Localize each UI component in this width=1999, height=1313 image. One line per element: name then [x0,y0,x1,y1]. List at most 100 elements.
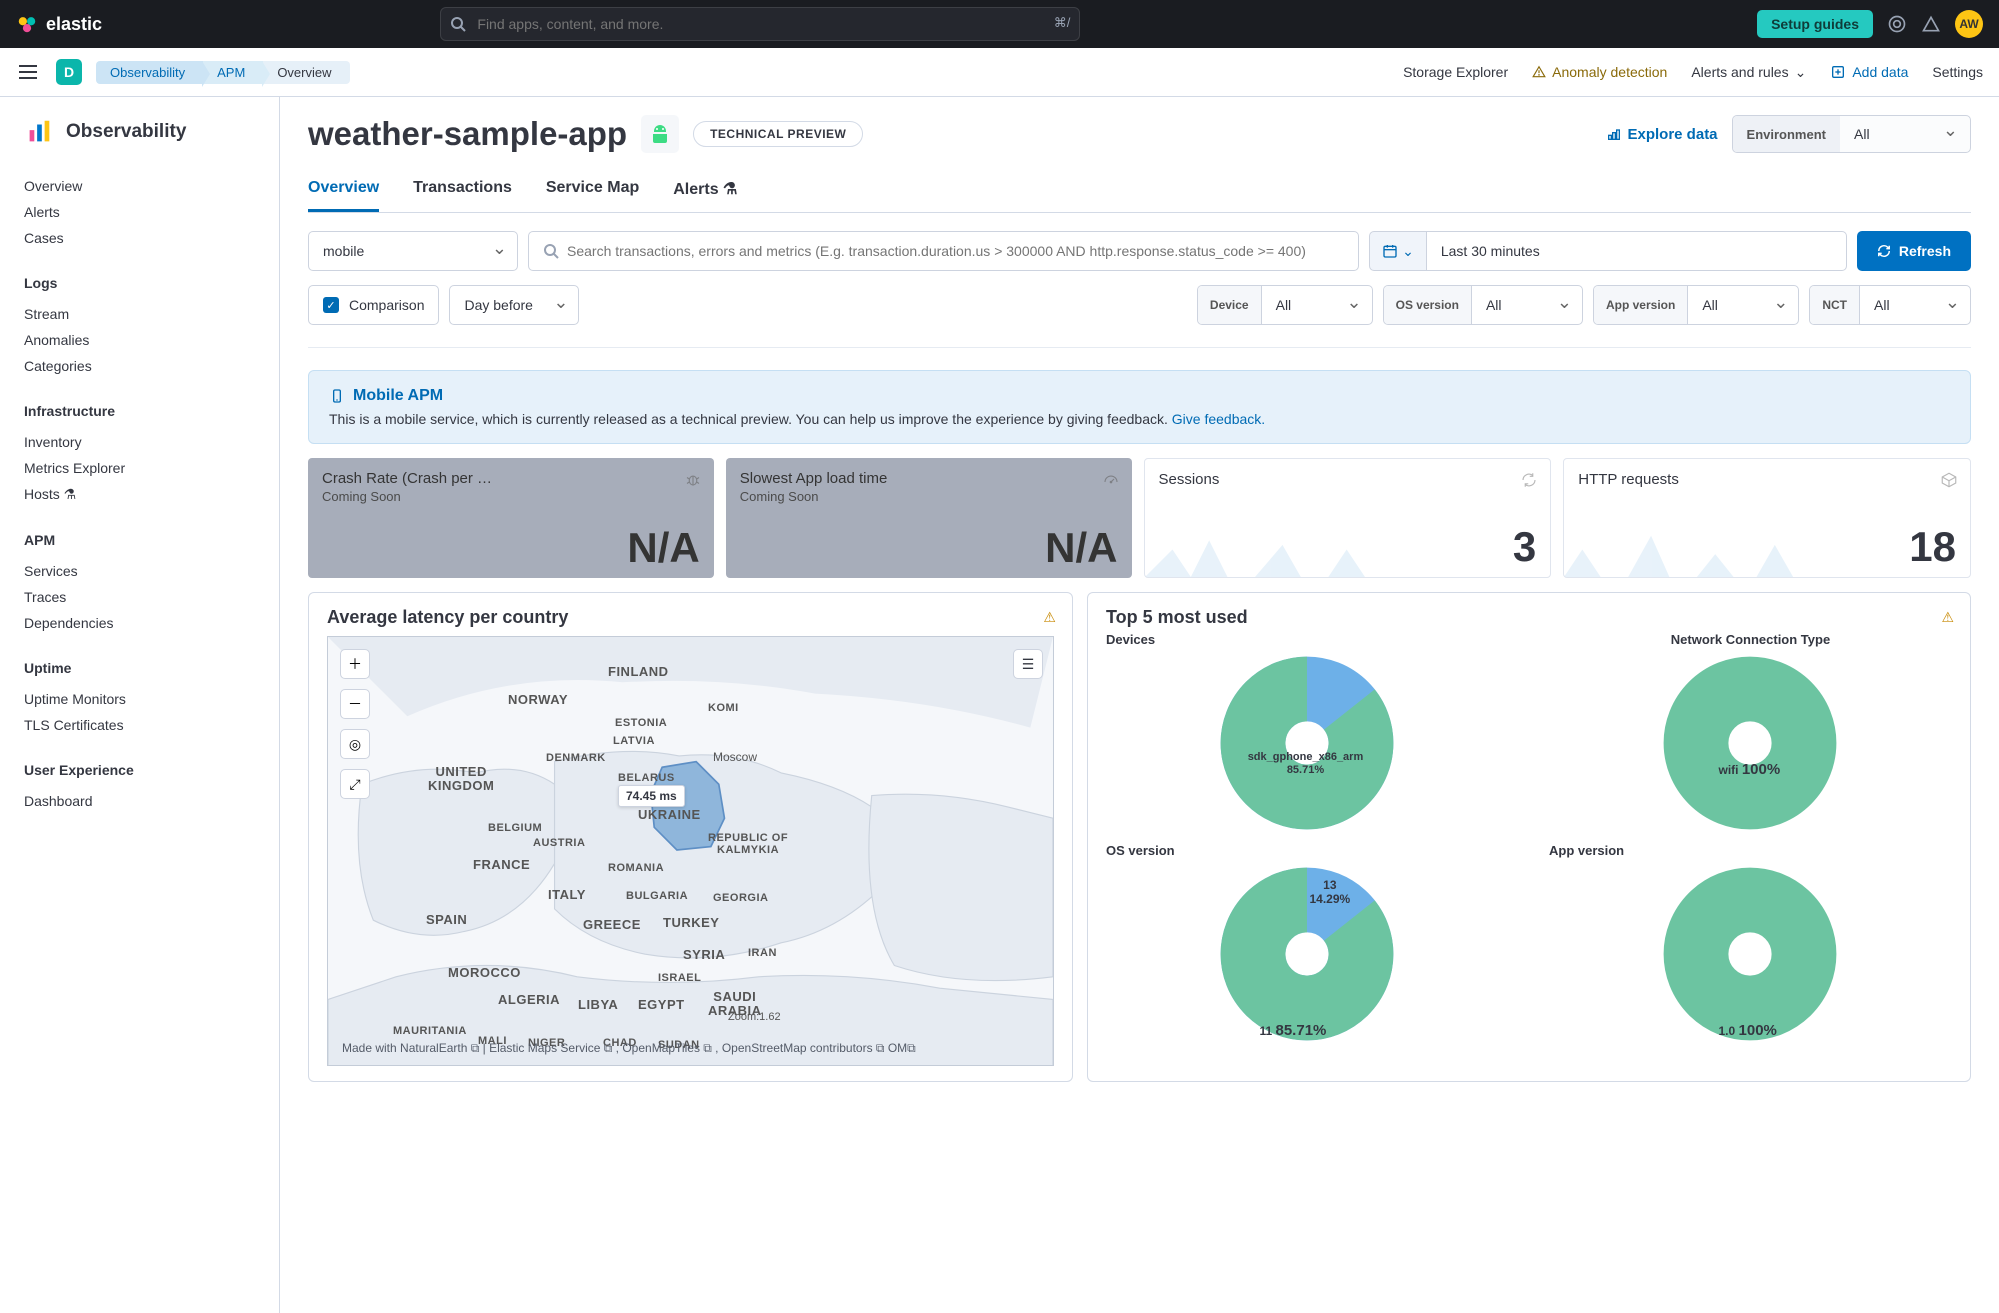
sidebar-item-dashboard[interactable]: Dashboard [24,788,255,814]
anomaly-detection-link[interactable]: Anomaly detection [1532,64,1667,80]
donut-chart [1660,653,1840,833]
device-filter[interactable]: Device All [1197,285,1373,325]
comparison-period-select[interactable]: Day before [449,285,579,325]
stat-crash-rate: Crash Rate (Crash per … Coming Soon N/A [308,458,714,578]
sidebar-group: Overview Alerts Cases [24,173,255,251]
map-fullscreen[interactable]: ⤢ [340,769,370,799]
panel-title: Average latency per country [327,607,1054,628]
tab-alerts[interactable]: Alerts ⚗ [673,171,737,212]
scope-select[interactable]: mobile [308,231,518,271]
donut-title: OS version [1106,843,1509,858]
nav-header: D Observability APM Overview Storage Exp… [0,48,1999,97]
sidebar-item-metrics-explorer[interactable]: Metrics Explorer [24,455,255,481]
map-container[interactable]: ＋ － ◎ ⤢ ☰ [327,636,1054,1066]
stat-title: HTTP requests [1578,471,1956,488]
setup-guides-button[interactable]: Setup guides [1757,10,1873,38]
give-feedback-link[interactable]: Give feedback. [1172,411,1265,427]
date-picker-button[interactable]: ⌄ [1369,231,1427,271]
global-search[interactable]: ⌘/ [440,7,1080,41]
map-zoom-out[interactable]: － [340,689,370,719]
refresh-button[interactable]: Refresh [1857,231,1971,271]
map-attribution: Made with NaturalEarth ⧉ | Elastic Maps … [342,1039,1039,1057]
space-badge[interactable]: D [56,59,82,85]
sidebar-item-uptime-monitors[interactable]: Uptime Monitors [24,686,255,712]
page-title: weather-sample-app [308,115,627,153]
mobile-icon [329,388,345,404]
service-tabs: Overview Transactions Service Map Alerts… [308,171,1971,213]
alerts-rules-menu[interactable]: Alerts and rules ⌄ [1691,64,1806,81]
sidebar-title: Observability [24,117,255,147]
stat-value: N/A [627,524,699,572]
app-version-filter[interactable]: App version All [1593,285,1799,325]
environment-label: Environment [1733,116,1840,152]
search-bar[interactable] [528,231,1359,271]
map-locate[interactable]: ◎ [340,729,370,759]
chevron-down-icon: ⌄ [1402,243,1414,260]
add-data-link[interactable]: Add data [1830,64,1908,80]
sidebar-item-overview[interactable]: Overview [24,173,255,199]
donut-chart [1660,864,1840,1044]
date-range-display[interactable]: Last 30 minutes [1427,231,1847,271]
explore-data-link[interactable]: Explore data [1606,126,1718,143]
sparkline [1564,522,1802,577]
mobile-apm-callout: Mobile APM This is a mobile service, whi… [308,370,1971,444]
donut-os-version: OS version 1314.29% 11 85.71% [1106,843,1509,1044]
warning-icon[interactable]: ⚠ [1043,609,1056,626]
nav-toggle-icon[interactable] [16,60,40,84]
checkbox-icon: ✓ [323,297,339,313]
sidebar-item-alerts[interactable]: Alerts [24,199,255,225]
storage-explorer-link[interactable]: Storage Explorer [1403,64,1508,80]
donut-title: Devices [1106,632,1509,647]
environment-select[interactable]: Environment All [1732,115,1971,153]
tab-overview[interactable]: Overview [308,171,379,212]
comparison-checkbox[interactable]: ✓ Comparison [308,285,439,325]
sidebar-item-stream[interactable]: Stream [24,301,255,327]
warning-icon[interactable]: ⚠ [1941,609,1954,626]
map-layers-button[interactable]: ☰ [1013,649,1043,679]
newsfeed-icon[interactable] [1887,14,1907,34]
donut-app-version: App version 1.0 100% [1549,843,1952,1044]
sidebar-item-anomalies[interactable]: Anomalies [24,327,255,353]
sidebar-item-services[interactable]: Services [24,558,255,584]
calendar-icon [1382,243,1398,259]
global-search-input[interactable] [440,7,1080,41]
chevron-down-icon: ⌄ [1795,64,1807,81]
sidebar-item-cases[interactable]: Cases [24,225,255,251]
sidebar-item-tls-certificates[interactable]: TLS Certificates [24,712,255,738]
sidebar-item-traces[interactable]: Traces [24,584,255,610]
search-shortcut: ⌘/ [1054,15,1071,31]
search-input[interactable] [567,243,1344,259]
stat-sessions: Sessions 3 [1144,458,1552,578]
stat-row: Crash Rate (Crash per … Coming Soon N/A … [308,458,1971,578]
observability-icon [24,117,54,147]
tab-service-map[interactable]: Service Map [546,171,639,212]
panel-title: Top 5 most used [1106,607,1952,628]
donut-devices: Devices sdk_gphone_x86_arm85.71% [1106,632,1509,833]
map-zoom-in[interactable]: ＋ [340,649,370,679]
sidebar-group-title: User Experience [24,762,255,778]
donut-nct: Network Connection Type wifi 100% [1549,632,1952,833]
stat-value: 3 [1513,523,1536,571]
sidebar-group-ux: User Experience Dashboard [24,762,255,814]
top5-panel: Top 5 most used ⚠ Devices sdk_gphone_x86… [1087,592,1971,1082]
sidebar-item-dependencies[interactable]: Dependencies [24,610,255,636]
help-icon[interactable] [1921,14,1941,34]
sidebar-item-hosts[interactable]: Hosts ⚗ [24,481,255,508]
search-icon [543,243,559,259]
sparkline [1145,522,1383,577]
breadcrumb-item[interactable]: APM [203,61,263,84]
sidebar-item-categories[interactable]: Categories [24,353,255,379]
technical-preview-badge: TECHNICAL PREVIEW [693,121,863,147]
refresh-icon [1877,244,1891,258]
gauge-icon [1102,470,1120,488]
os-version-filter[interactable]: OS version All [1383,285,1583,325]
brand-logo[interactable]: elastic [16,13,102,35]
callout-title: Mobile APM [353,387,443,405]
user-avatar[interactable]: AW [1955,10,1983,38]
sidebar-item-inventory[interactable]: Inventory [24,429,255,455]
settings-link[interactable]: Settings [1932,64,1983,80]
breadcrumb-item[interactable]: Observability [96,61,203,84]
tab-transactions[interactable]: Transactions [413,171,512,212]
comparison-label: Comparison [349,297,424,313]
nct-filter[interactable]: NCT All [1809,285,1971,325]
